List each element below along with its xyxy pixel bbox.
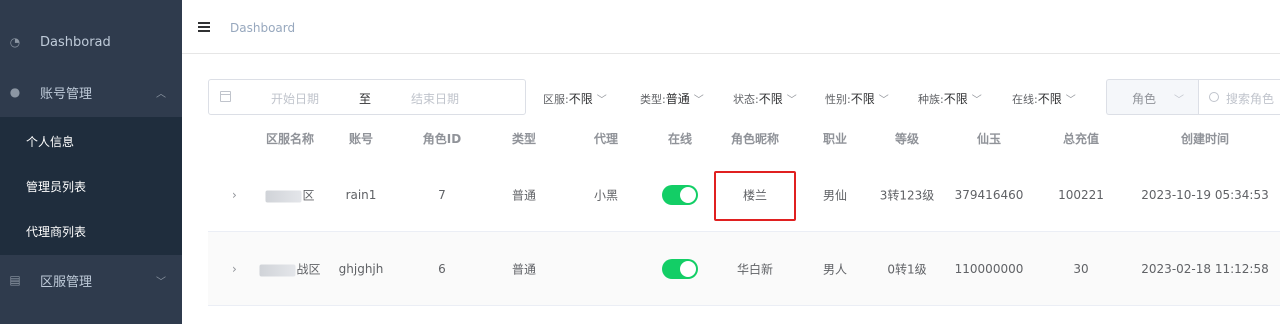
column-header: 账号 (348, 132, 374, 146)
filter-status[interactable]: 状态:不限 ﹀ (733, 90, 797, 107)
navbar: Dashboard (182, 0, 1280, 54)
users-icon: ● (9, 85, 21, 99)
search-icon (1209, 92, 1219, 102)
cell-server: 战区 (259, 261, 321, 278)
search-input[interactable]: 搜索角色 (1198, 79, 1280, 115)
sidebar-item-admin-list[interactable]: 管理员列表 (26, 178, 86, 195)
hamburger-icon[interactable] (198, 22, 210, 32)
chevron-up-icon: ︿ (156, 88, 166, 100)
filter-gender[interactable]: 性别:不限 ﹀ (825, 90, 889, 107)
chevron-down-icon: ﹀ (1065, 95, 1076, 106)
online-switch[interactable] (662, 259, 698, 279)
cell-jade: 379416460 (954, 188, 1024, 202)
chevron-down-icon: ﹀ (596, 95, 607, 106)
column-header: 仙玉 (976, 132, 1002, 146)
cell-profession: 男人 (822, 262, 848, 277)
date-range-picker[interactable]: 开始日期 至 结束日期 (208, 79, 526, 115)
sidebar-item-server-management[interactable]: ▤ 区服管理 ﹀ (0, 270, 182, 290)
sidebar-item-account-management[interactable]: ● 账号管理 ︿ (0, 82, 182, 102)
calendar-icon (220, 91, 231, 102)
cell-role-id: 6 (438, 262, 446, 276)
end-date-input[interactable]: 结束日期 (411, 90, 459, 107)
cell-type: 普通 (511, 262, 537, 277)
cell-type: 普通 (511, 188, 537, 203)
start-date-input[interactable]: 开始日期 (271, 90, 319, 107)
column-header: 角色昵称 (730, 132, 780, 146)
expand-row-icon[interactable]: › (232, 188, 237, 202)
cell-level: 0转1级 (887, 262, 927, 277)
breadcrumb[interactable]: Dashboard (230, 21, 295, 35)
column-header: 类型 (511, 132, 537, 146)
filter-online[interactable]: 在线:不限 ﹀ (1012, 90, 1076, 107)
dashboard-icon: ◔ (9, 35, 21, 49)
redacted-mark (259, 264, 296, 276)
chevron-down-icon: ﹀ (971, 95, 982, 106)
server-icon: ▤ (9, 273, 21, 287)
range-separator: 至 (359, 92, 372, 106)
cell-role-id: 7 (438, 188, 446, 202)
filter-type[interactable]: 类型:普通 ﹀ (640, 90, 704, 107)
highlight-annotation (714, 171, 796, 221)
chevron-down-icon: ﹀ (786, 95, 797, 106)
sidebar-item-profile[interactable]: 个人信息 (26, 133, 74, 150)
chevron-down-icon: ﹀ (693, 95, 704, 106)
cell-level: 3转123级 (879, 188, 935, 203)
cell-account: rain1 (345, 188, 377, 202)
sidebar-item-dashboard[interactable]: ◔ Dashborad (0, 32, 182, 52)
chevron-down-icon: ﹀ (156, 276, 166, 288)
sidebar-item-agent-list[interactable]: 代理商列表 (26, 223, 86, 240)
column-header: 职业 (822, 132, 848, 146)
cell-recharge: 100221 (1058, 188, 1104, 202)
column-header: 创建时间 (1180, 132, 1230, 146)
column-header: 等级 (894, 132, 920, 146)
column-header: 角色ID (422, 132, 462, 146)
table-row[interactable]: › 战区 ghjghjh 6 普通 华白新 男人 0转1级 110000000 … (208, 232, 1280, 306)
expand-row-icon[interactable]: › (232, 262, 237, 276)
cell-server: 区 (265, 187, 315, 204)
cell-created: 2023-10-19 05:34:53 (1141, 188, 1269, 202)
sidebar-item-label: Dashborad (40, 34, 111, 50)
filter-server[interactable]: 区服:不限 ﹀ (543, 90, 607, 107)
filter-race[interactable]: 种族:不限 ﹀ (918, 90, 982, 107)
role-search-type-select[interactable]: 角色 ﹀ (1106, 79, 1198, 115)
column-header: 在线 (667, 132, 693, 146)
cell-agent: 小黑 (593, 188, 619, 203)
column-header: 总充值 (1062, 132, 1100, 146)
chevron-down-icon: ﹀ (878, 95, 889, 106)
cell-recharge: 30 (1073, 262, 1089, 276)
online-switch[interactable] (662, 185, 698, 205)
submenu-account: 个人信息 管理员列表 代理商列表 (0, 117, 182, 255)
sidebar: ◔ Dashborad ● 账号管理 ︿ 个人信息 管理员列表 代理商列表 ▤ … (0, 0, 182, 324)
column-header: 代理 (593, 132, 619, 146)
cell-nickname: 华白新 (736, 262, 774, 277)
sidebar-item-label: 账号管理 (40, 86, 93, 102)
sidebar-item-label: 区服管理 (40, 274, 93, 290)
cell-profession: 男仙 (822, 188, 848, 203)
redacted-mark (265, 190, 302, 202)
cell-created: 2023-02-18 11:12:58 (1141, 262, 1269, 276)
column-header: 区服名称 (265, 132, 315, 146)
cell-jade: 110000000 (954, 262, 1024, 276)
chevron-down-icon: ﹀ (1174, 95, 1184, 106)
cell-account: ghjghjh (338, 262, 384, 276)
